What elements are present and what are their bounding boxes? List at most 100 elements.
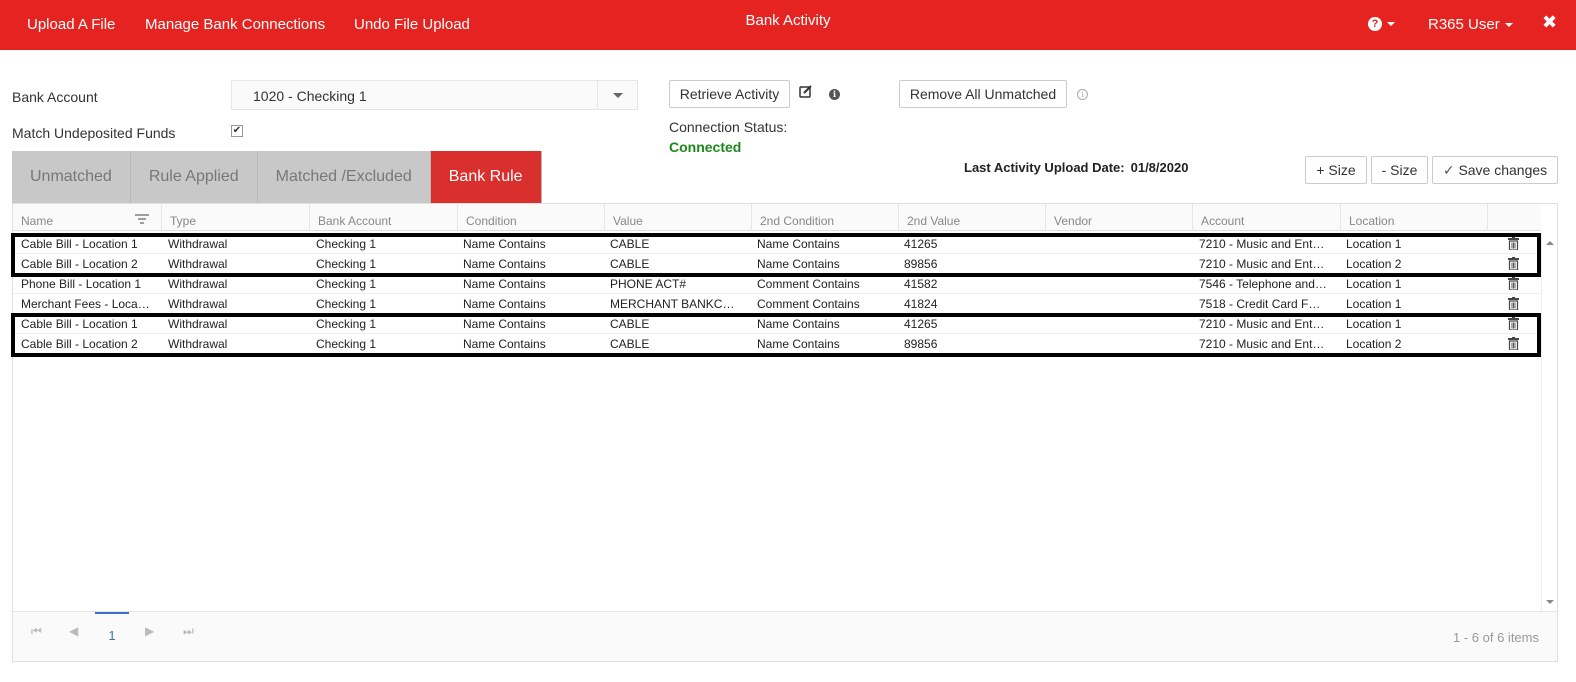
cell-2nd-value: 41582 [904, 277, 938, 291]
first-page-icon[interactable]: ⏮ [31, 624, 42, 639]
user-menu-button[interactable]: R365 User [1428, 16, 1513, 33]
column-header-value[interactable]: Value [604, 204, 751, 231]
match-undeposited-checkbox[interactable]: ✔ [231, 125, 243, 137]
cell-2nd-value: 41824 [904, 297, 938, 311]
trash-icon[interactable] [1508, 297, 1519, 310]
bank-account-select[interactable]: 1020 - Checking 1 [231, 80, 638, 110]
cell-value: CABLE [610, 337, 650, 351]
edit-connection-icon[interactable] [799, 84, 813, 98]
cell-location: Location 1 [1346, 237, 1402, 251]
upload-file-link[interactable]: Upload A File [27, 16, 115, 33]
next-page-icon[interactable]: ▶ [145, 624, 154, 638]
cell-condition: Name Contains [463, 337, 546, 351]
column-header-2nd-value[interactable]: 2nd Value [898, 204, 1045, 231]
vertical-scrollbar[interactable] [1541, 231, 1557, 611]
table-row[interactable]: Cable Bill - Location 1 Withdrawal Checkin… [13, 314, 1541, 334]
pager: ⏮ ◀ 1 ▶ ⏭ 1 - 6 of 6 items [13, 611, 1557, 661]
page-number[interactable]: 1 [95, 612, 129, 652]
cell-type: Withdrawal [168, 337, 228, 351]
table-row[interactable]: Cable Bill - Location 2 Withdrawal Checkin… [13, 334, 1541, 354]
connection-status-label: Connection Status: [669, 119, 788, 135]
cell-account: 7210 - Music and Ent… [1199, 237, 1325, 251]
trash-icon[interactable] [1508, 277, 1519, 290]
tab-unmatched[interactable]: Unmatched [12, 151, 131, 203]
filter-icon[interactable] [135, 214, 149, 224]
cell-value: PHONE ACT# [610, 277, 687, 291]
trash-icon[interactable] [1508, 317, 1519, 330]
table-row[interactable]: Cable Bill - Location 2 Withdrawal Checkin… [13, 254, 1541, 274]
info-icon[interactable]: i [1077, 89, 1088, 100]
check-icon: ✓ [1442, 162, 1455, 178]
user-name: R365 User [1428, 16, 1500, 33]
cell-bank-account: Checking 1 [316, 297, 377, 311]
cell-bank-account: Checking 1 [316, 277, 377, 291]
retrieve-activity-button[interactable]: Retrieve Activity [669, 80, 790, 108]
table-row[interactable]: Cable Bill - Location 1 Withdrawal Checkin… [13, 234, 1541, 254]
scroll-down-icon[interactable] [1546, 600, 1554, 604]
cell-bank-account: Checking 1 [316, 317, 377, 331]
bank-account-value: 1020 - Checking 1 [253, 88, 367, 104]
last-upload-label: Last Activity Upload Date: [964, 160, 1125, 175]
undo-file-upload-link[interactable]: Undo File Upload [354, 16, 470, 33]
trash-icon[interactable] [1508, 257, 1519, 270]
tab-rule-applied[interactable]: Rule Applied [130, 151, 258, 203]
cell-account: 7210 - Music and Ent… [1199, 257, 1325, 271]
increase-size-button[interactable]: + Size [1305, 156, 1367, 184]
cell-type: Withdrawal [168, 277, 228, 291]
cell-type: Withdrawal [168, 257, 228, 271]
cell-account: 7518 - Credit Card Fees [1199, 297, 1327, 311]
column-header-type[interactable]: Type [161, 204, 309, 231]
match-undeposited-label: Match Undeposited Funds [12, 125, 176, 141]
manage-bank-connections-link[interactable]: Manage Bank Connections [145, 16, 325, 33]
close-icon[interactable]: ✖ [1542, 12, 1557, 33]
column-header-vendor[interactable]: Vendor [1045, 204, 1192, 231]
cell-account: 7210 - Music and Ent… [1199, 337, 1325, 351]
last-page-icon[interactable]: ⏭ [183, 624, 194, 639]
cell-condition: Name Contains [463, 257, 546, 271]
table-row[interactable]: Merchant Fees - Loca… Withdrawal Checking … [13, 294, 1541, 314]
table-row[interactable]: Phone Bill - Location 1 Withdrawal Checkin… [13, 274, 1541, 294]
cell-2nd-condition: Name Contains [757, 337, 840, 351]
trash-icon[interactable] [1508, 337, 1519, 350]
cell-location: Location 1 [1346, 297, 1402, 311]
top-navbar: Upload A File Manage Bank Connections Un… [0, 0, 1576, 50]
cell-type: Withdrawal [168, 297, 228, 311]
decrease-size-button[interactable]: - Size [1371, 156, 1428, 184]
cell-2nd-value: 89856 [904, 257, 938, 271]
cell-condition: Name Contains [463, 237, 546, 251]
cell-name: Cable Bill - Location 1 [21, 237, 138, 251]
cell-2nd-condition: Comment Contains [757, 297, 860, 311]
cell-location: Location 2 [1346, 257, 1402, 271]
cell-2nd-condition: Name Contains [757, 237, 840, 251]
cell-type: Withdrawal [168, 237, 228, 251]
bank-rules-grid: Name Type Bank Account Condition Value 2… [11, 203, 1558, 662]
cell-type: Withdrawal [168, 317, 228, 331]
cell-value: CABLE [610, 317, 650, 331]
tab-bank-rule[interactable]: Bank Rule [430, 151, 542, 203]
column-header-2nd-condition[interactable]: 2nd Condition [751, 204, 898, 231]
cell-2nd-condition: Name Contains [757, 317, 840, 331]
cell-bank-account: Checking 1 [316, 237, 377, 251]
save-changes-button[interactable]: ✓ Save changes [1432, 156, 1558, 184]
column-header-bank-account[interactable]: Bank Account [309, 204, 457, 231]
cell-2nd-condition: Name Contains [757, 257, 840, 271]
column-header-condition[interactable]: Condition [457, 204, 604, 231]
grid-header: Name Type Bank Account Condition Value 2… [13, 204, 1541, 231]
help-icon: ? [1368, 16, 1382, 31]
cell-2nd-value: 41265 [904, 237, 938, 251]
scroll-up-icon[interactable] [1546, 241, 1554, 245]
info-icon[interactable]: i [829, 89, 840, 100]
cell-2nd-value: 41265 [904, 317, 938, 331]
dropdown-toggle[interactable] [597, 81, 637, 109]
prev-page-icon[interactable]: ◀ [69, 624, 78, 638]
help-menu-button[interactable]: ? [1368, 16, 1395, 31]
column-header-location[interactable]: Location [1340, 204, 1487, 231]
cell-name: Merchant Fees - Loca… [21, 297, 150, 311]
remove-all-unmatched-button[interactable]: Remove All Unmatched [899, 80, 1067, 108]
column-header-account[interactable]: Account [1192, 204, 1340, 231]
tab-matched-excluded[interactable]: Matched /Excluded [257, 151, 431, 203]
cell-bank-account: Checking 1 [316, 257, 377, 271]
cell-account: 7546 - Telephone and … [1199, 277, 1327, 291]
save-changes-label: Save changes [1458, 162, 1548, 178]
trash-icon[interactable] [1508, 237, 1519, 250]
